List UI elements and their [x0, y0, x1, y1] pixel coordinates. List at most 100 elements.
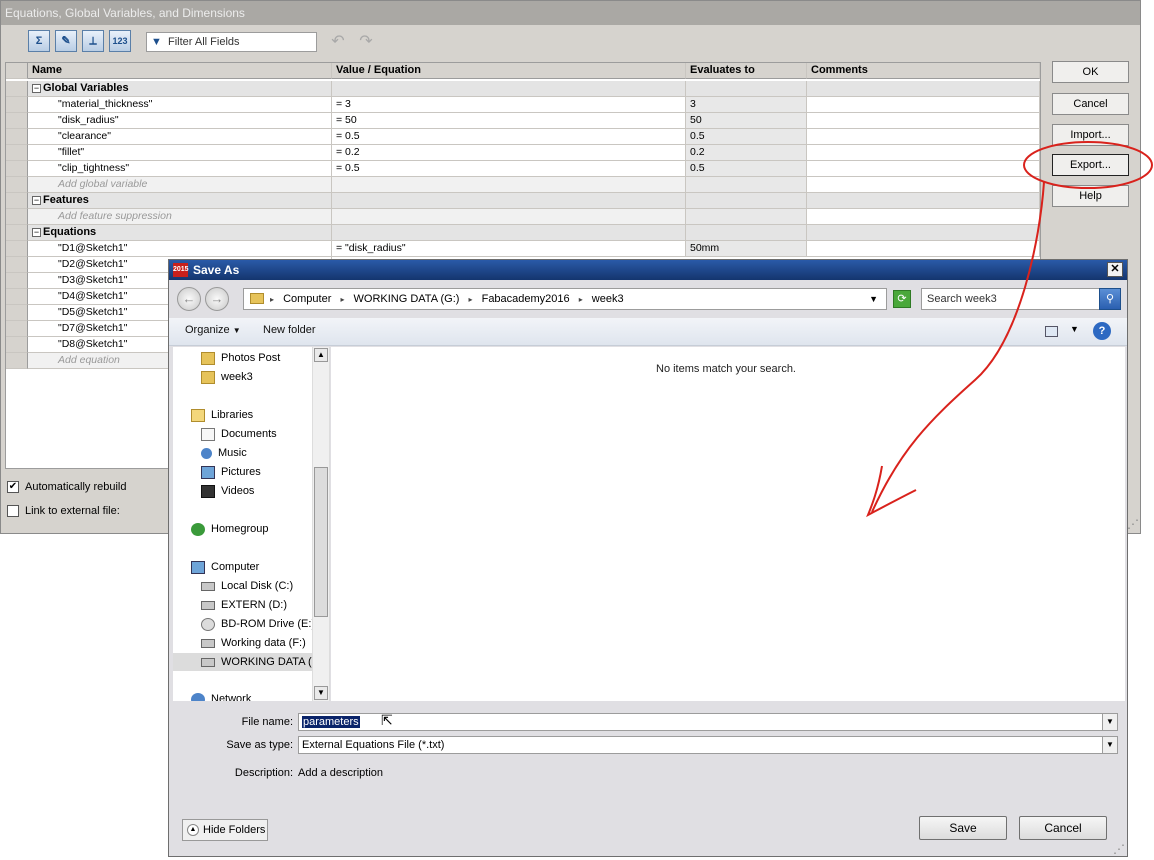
row-selector[interactable]: [6, 337, 28, 353]
breadcrumb-item[interactable]: Computer: [283, 293, 331, 305]
group-row-global-variables[interactable]: − Global Variables: [6, 81, 1040, 97]
view-options-icon[interactable]: [1045, 326, 1058, 337]
chevron-down-icon[interactable]: ▼: [869, 289, 878, 309]
row-selector[interactable]: [6, 321, 28, 337]
row-selector[interactable]: [6, 81, 28, 97]
table-row[interactable]: "clearance" = 0.5 0.5: [6, 129, 1040, 145]
import-button[interactable]: Import...: [1052, 124, 1129, 146]
nav-item-extern-d[interactable]: EXTERN (D:): [201, 596, 287, 614]
row-selector[interactable]: [6, 225, 28, 241]
group-row-features[interactable]: − Features: [6, 193, 1040, 209]
row-selector[interactable]: [6, 193, 28, 209]
value-cell[interactable]: = "disk_radius": [332, 241, 686, 257]
nav-item-working-data-g[interactable]: WORKING DATA (G:): [173, 653, 329, 671]
select-all-cell[interactable]: [6, 63, 28, 79]
table-row[interactable]: "fillet" = 0.2 0.2: [6, 145, 1040, 161]
value-cell[interactable]: = 0.5: [332, 129, 686, 145]
close-button[interactable]: ✕: [1107, 262, 1123, 277]
table-row[interactable]: "clip_tightness" = 0.5 0.5: [6, 161, 1040, 177]
export-button[interactable]: Export...: [1052, 154, 1129, 176]
add-global-variable-cell[interactable]: Add global variable: [28, 177, 332, 193]
nav-item-libraries[interactable]: Libraries: [191, 406, 253, 424]
nav-item-bd-rom-e[interactable]: BD-ROM Drive (E:): [201, 615, 315, 633]
row-selector[interactable]: [6, 209, 28, 225]
nav-item-videos[interactable]: Videos: [201, 482, 254, 500]
variable-name-cell[interactable]: "material_thickness": [28, 97, 332, 113]
nav-item-documents[interactable]: Documents: [201, 425, 277, 443]
value-cell[interactable]: = 0.5: [332, 161, 686, 177]
nav-item-network[interactable]: Network: [191, 690, 251, 701]
auto-rebuild-checkbox[interactable]: ✔: [7, 481, 19, 494]
chevron-down-icon[interactable]: ▼: [1070, 324, 1079, 334]
table-row[interactable]: "D1@Sketch1" = "disk_radius" 50mm: [6, 241, 1040, 257]
comment-cell[interactable]: [807, 129, 1040, 145]
resize-grip[interactable]: ⋰: [1127, 517, 1139, 531]
collapse-icon[interactable]: −: [32, 83, 41, 93]
file-name-field[interactable]: parameters ▼: [298, 713, 1118, 731]
scroll-thumb[interactable]: [314, 467, 328, 617]
comment-cell[interactable]: [807, 97, 1040, 113]
hide-folders-button[interactable]: ▲ Hide Folders: [182, 819, 268, 841]
new-folder-button[interactable]: New folder: [263, 324, 316, 336]
forward-button[interactable]: →: [205, 287, 229, 311]
value-cell[interactable]: = 0.2: [332, 145, 686, 161]
comment-cell[interactable]: [807, 145, 1040, 161]
sketch-equation-view-button[interactable]: ✎: [55, 30, 77, 52]
chevron-right-icon[interactable]: ▸: [469, 295, 473, 304]
variable-name-cell[interactable]: "clip_tightness": [28, 161, 332, 177]
collapse-icon[interactable]: −: [32, 195, 41, 205]
resize-grip[interactable]: ⋰: [1113, 842, 1125, 856]
row-selector[interactable]: [6, 257, 28, 273]
save-cancel-button[interactable]: Cancel: [1019, 816, 1107, 840]
ordered-view-button[interactable]: 123: [109, 30, 131, 52]
chevron-down-icon[interactable]: ▼: [1102, 737, 1117, 753]
nav-item-music[interactable]: Music: [201, 444, 247, 462]
row-selector[interactable]: [6, 113, 28, 129]
search-icon[interactable]: ⚲: [1099, 288, 1121, 310]
file-list-pane[interactable]: No items match your search.: [331, 347, 1125, 701]
equation-name-cell[interactable]: "D1@Sketch1": [28, 241, 332, 257]
variable-name-cell[interactable]: "clearance": [28, 129, 332, 145]
add-feature-suppression-cell[interactable]: Add feature suppression: [28, 209, 332, 225]
table-row[interactable]: "disk_radius" = 50 50: [6, 113, 1040, 129]
table-row[interactable]: "material_thickness" = 3 3: [6, 97, 1040, 113]
nav-item-working-data-f[interactable]: Working data (F:): [201, 634, 306, 652]
nav-item-homegroup[interactable]: Homegroup: [191, 520, 268, 538]
dimension-view-button[interactable]: ⟂: [82, 30, 104, 52]
breadcrumb-item[interactable]: Fabacademy2016: [482, 293, 570, 305]
chevron-down-icon[interactable]: ▼: [1102, 714, 1117, 730]
filter-input[interactable]: ▼ Filter All Fields: [146, 32, 317, 52]
value-cell[interactable]: = 3: [332, 97, 686, 113]
row-selector[interactable]: [6, 289, 28, 305]
file-name-value[interactable]: parameters: [302, 716, 360, 728]
row-selector[interactable]: [6, 129, 28, 145]
collapse-icon[interactable]: −: [32, 227, 41, 237]
value-cell[interactable]: = 50: [332, 113, 686, 129]
help-button[interactable]: Help: [1052, 185, 1129, 207]
save-button[interactable]: Save: [919, 816, 1007, 840]
comment-cell[interactable]: [807, 241, 1040, 257]
chevron-right-icon[interactable]: ▸: [579, 295, 583, 304]
address-bar[interactable]: ▸ Computer ▸ WORKING DATA (G:) ▸ Fabacad…: [243, 288, 887, 310]
nav-item-local-disk-c[interactable]: Local Disk (C:): [201, 577, 293, 595]
variable-name-cell[interactable]: "fillet": [28, 145, 332, 161]
row-selector[interactable]: [6, 353, 28, 369]
nav-item-week3[interactable]: week3: [201, 368, 253, 386]
row-selector[interactable]: [6, 305, 28, 321]
nav-item-computer[interactable]: Computer: [191, 558, 259, 576]
row-selector[interactable]: [6, 97, 28, 113]
description-field[interactable]: Add a description: [298, 767, 383, 779]
row-selector[interactable]: [6, 145, 28, 161]
add-feature-suppression-row[interactable]: Add feature suppression: [6, 209, 1040, 225]
save-type-select[interactable]: External Equations File (*.txt) ▼: [298, 736, 1118, 754]
equation-view-button[interactable]: Σ: [28, 30, 50, 52]
link-external-option[interactable]: Link to external file:: [7, 505, 120, 518]
auto-rebuild-option[interactable]: ✔ Automatically rebuild: [7, 481, 127, 494]
navigation-scrollbar[interactable]: ▲ ▼: [312, 347, 329, 701]
group-row-equations[interactable]: − Equations: [6, 225, 1040, 241]
variable-name-cell[interactable]: "disk_radius": [28, 113, 332, 129]
back-button[interactable]: ←: [177, 287, 201, 311]
add-global-variable-row[interactable]: Add global variable: [6, 177, 1040, 193]
comment-cell[interactable]: [807, 113, 1040, 129]
refresh-button[interactable]: ⟳: [893, 290, 911, 308]
